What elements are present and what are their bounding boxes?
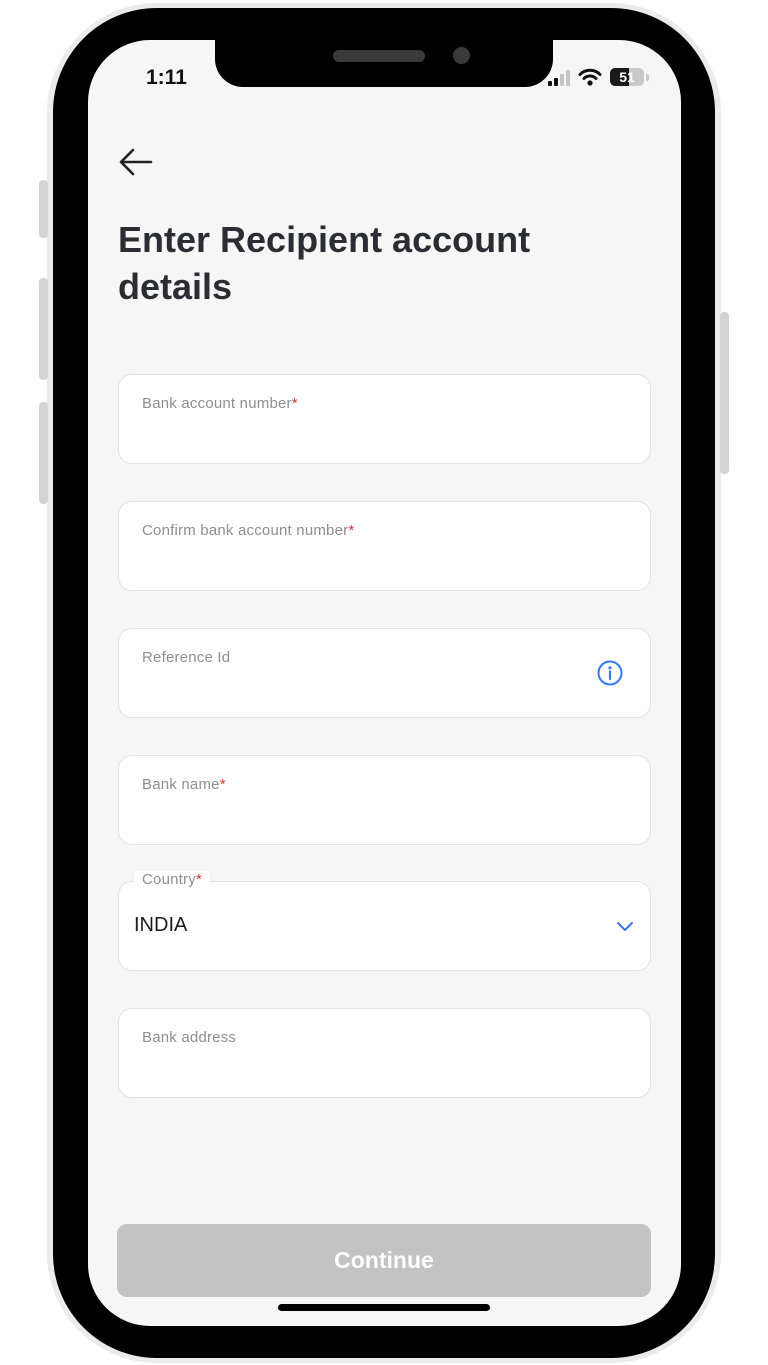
page-title: Enter Recipient account details bbox=[118, 219, 531, 307]
arrow-left-icon bbox=[119, 148, 153, 176]
bank-name-field[interactable]: Bank name* bbox=[118, 755, 651, 845]
front-camera bbox=[453, 47, 470, 64]
field-label: Bank name* bbox=[142, 776, 226, 793]
mute-switch bbox=[39, 180, 48, 238]
notch bbox=[215, 40, 553, 87]
field-label: Bank address bbox=[142, 1029, 237, 1046]
wifi-icon bbox=[578, 68, 602, 86]
reference-id-field[interactable]: Reference Id bbox=[118, 628, 651, 718]
field-label: Bank account number* bbox=[142, 395, 298, 412]
field-label: Confirm bank account number* bbox=[142, 522, 355, 539]
continue-button[interactable]: Continue bbox=[117, 1224, 651, 1297]
confirm-bank-account-number-field[interactable]: Confirm bank account number* bbox=[118, 501, 651, 591]
speaker-grille bbox=[333, 50, 425, 62]
bank-address-field[interactable]: Bank address bbox=[118, 1008, 651, 1098]
battery-level: 51 bbox=[619, 69, 635, 85]
battery-icon: 51 bbox=[610, 68, 644, 86]
app-screen: 1:11 51 Enter Recipient account details … bbox=[88, 40, 681, 1326]
home-indicator bbox=[278, 1304, 490, 1311]
field-label: Reference Id bbox=[142, 649, 231, 666]
country-select[interactable]: Country* INDIA bbox=[118, 871, 651, 971]
back-button[interactable] bbox=[116, 142, 156, 182]
volume-up-button bbox=[39, 278, 48, 380]
field-label: Country* bbox=[134, 871, 210, 888]
status-time: 1:11 bbox=[146, 66, 187, 89]
chevron-down-icon bbox=[617, 922, 633, 931]
bank-account-number-field[interactable]: Bank account number* bbox=[118, 374, 651, 464]
volume-down-button bbox=[39, 402, 48, 504]
signal-icon bbox=[548, 70, 570, 86]
country-value: INDIA bbox=[134, 914, 188, 936]
power-button bbox=[720, 312, 729, 474]
status-icons: 51 bbox=[548, 68, 649, 86]
info-icon[interactable] bbox=[596, 659, 624, 687]
